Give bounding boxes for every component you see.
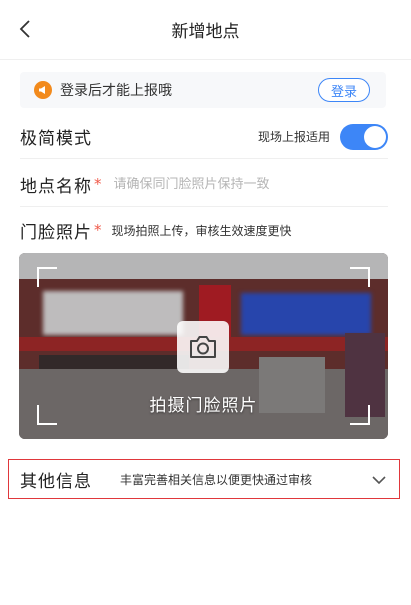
place-name-label: 地点名称 <box>20 176 92 197</box>
frame-corner <box>37 267 57 287</box>
simple-mode-label: 极简模式 <box>20 128 92 149</box>
page-title: 新增地点 <box>171 22 240 42</box>
storefront-photo-row: 门脸照片 * 现场拍照上传，审核生效速度更快 <box>20 215 388 245</box>
login-banner-text: 登录后才能上报哦 <box>60 83 172 99</box>
nav-header: 新增地点 <box>0 0 411 60</box>
camera-button[interactable] <box>177 321 229 373</box>
required-mark: * <box>94 175 102 193</box>
camera-icon <box>190 336 216 358</box>
login-banner: 登录后才能上报哦 登录 <box>20 72 386 108</box>
simple-mode-toggle[interactable] <box>340 124 388 150</box>
simple-mode-hint: 现场上报适用 <box>257 129 330 144</box>
other-info-row[interactable]: 其他信息 丰富完善相关信息以便更快通过审核 <box>8 459 400 499</box>
capture-photo-label: 拍摄门脸照片 <box>149 396 258 416</box>
other-info-label: 其他信息 <box>20 471 92 492</box>
capture-photo-area[interactable]: 拍摄门脸照片 <box>19 253 388 439</box>
storefront-photo-label: 门脸照片 <box>20 222 92 243</box>
megaphone-icon <box>34 81 52 99</box>
divider <box>20 206 388 207</box>
divider <box>20 158 388 159</box>
back-button[interactable] <box>14 16 36 42</box>
other-info-hint: 丰富完善相关信息以便更快通过审核 <box>120 472 313 487</box>
login-button[interactable]: 登录 <box>318 78 370 102</box>
place-name-input[interactable] <box>113 176 344 192</box>
toggle-knob <box>364 126 386 148</box>
place-name-row: 地点名称 * <box>20 168 388 200</box>
simple-mode-row: 极简模式 现场上报适用 <box>20 120 388 152</box>
chevron-down-icon <box>372 476 386 485</box>
required-mark: * <box>94 221 102 239</box>
storefront-photo-hint: 现场拍照上传，审核生效速度更快 <box>111 223 292 238</box>
frame-corner <box>350 267 370 287</box>
chevron-left-icon <box>19 20 30 38</box>
